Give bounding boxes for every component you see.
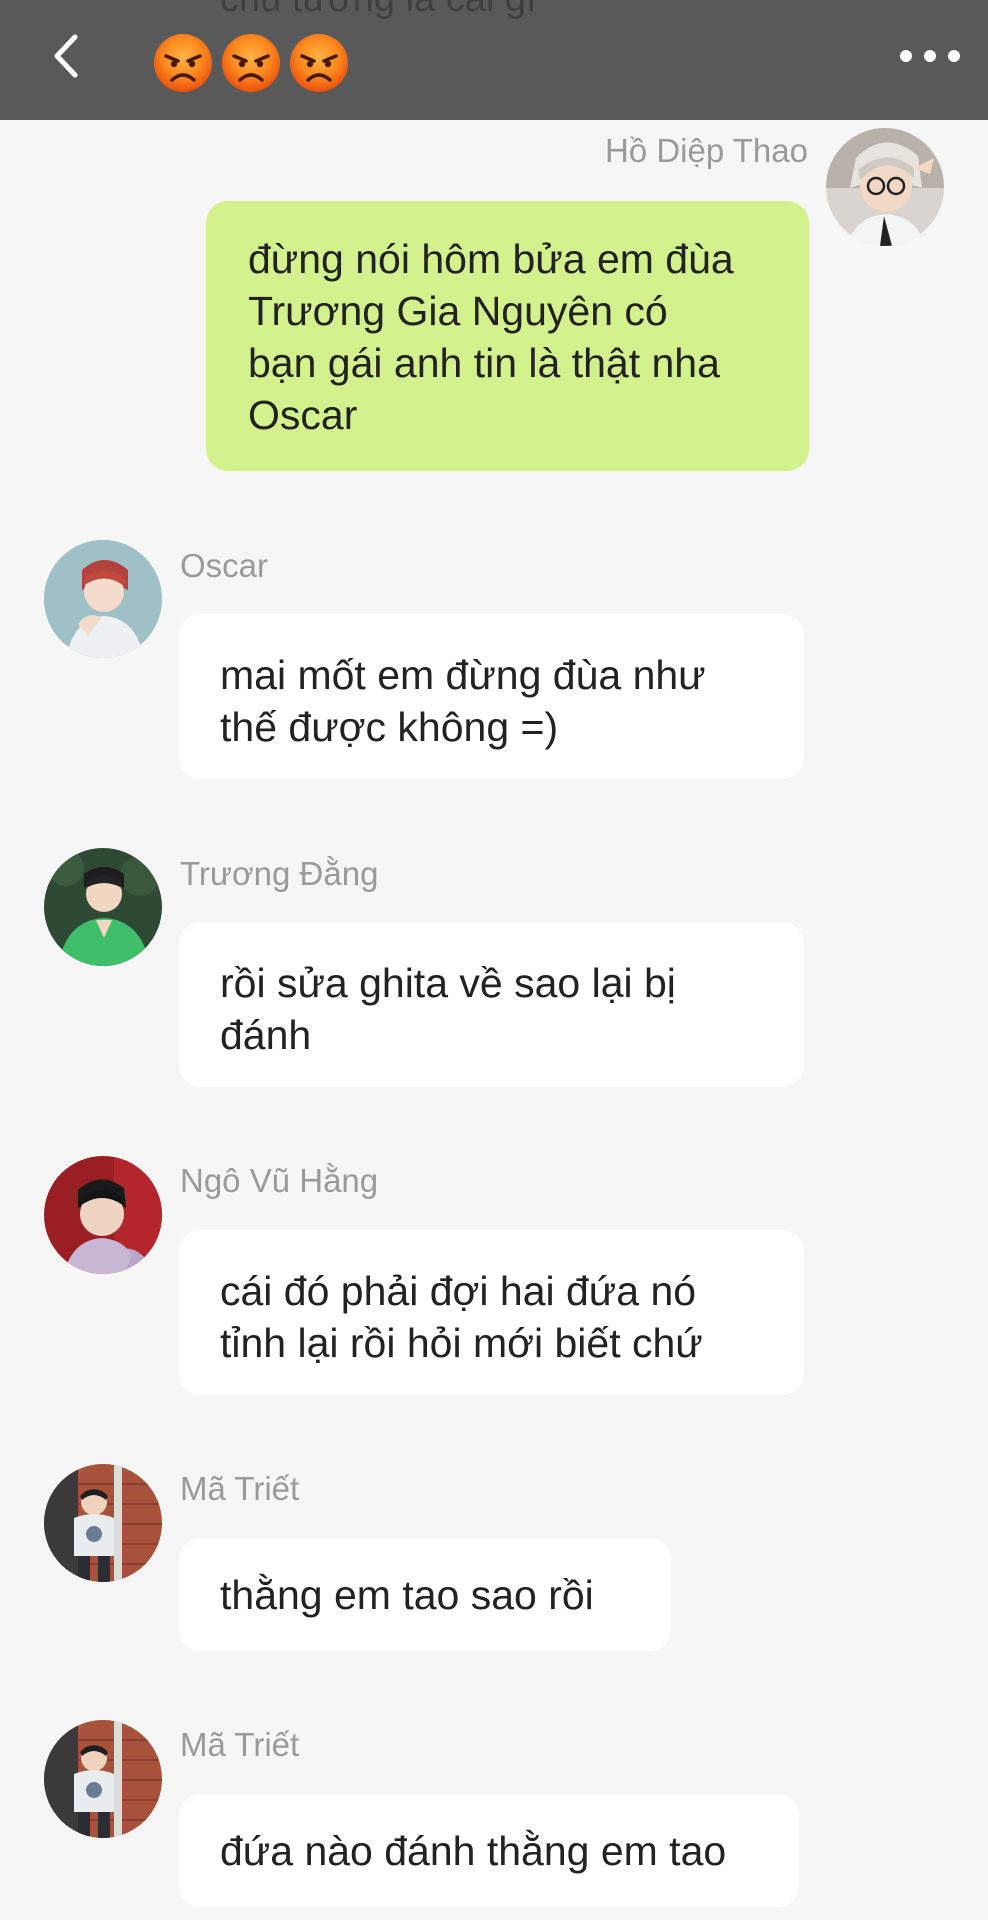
avatar[interactable] xyxy=(44,1464,162,1582)
message-bubble[interactable]: thằng em tao sao rồi xyxy=(179,1538,671,1651)
avatar[interactable] xyxy=(44,1156,162,1274)
back-button[interactable] xyxy=(36,26,96,86)
message-bubble[interactable]: đứa nào đánh thằng em tao xyxy=(179,1794,799,1907)
user-photo-icon xyxy=(44,540,162,658)
sender-name: Mã Triết xyxy=(180,1470,300,1507)
sender-name: Oscar xyxy=(180,547,269,584)
sender-name: Mã Triết xyxy=(180,1726,300,1763)
message-bubble[interactable]: cái đó phải đợi hai đứa nó tỉnh lại rồi … xyxy=(179,1230,804,1395)
user-photo-icon xyxy=(44,1464,162,1582)
user-photo-icon xyxy=(44,848,162,966)
angry-face-icon xyxy=(222,34,280,92)
sender-name: Ngô Vũ Hằng xyxy=(180,1162,379,1199)
message-bubble[interactable]: đừng nói hôm bửa em đùa Trương Gia Nguyê… xyxy=(206,201,809,471)
message-bubble[interactable]: rồi sửa ghita về sao lại bị đánh xyxy=(179,922,804,1087)
angry-face-icon xyxy=(290,34,348,92)
previous-message-peek: chủ tướng là cái gì xyxy=(220,0,537,21)
sender-name: Trương Đằng xyxy=(180,855,379,892)
chat-title xyxy=(152,32,350,94)
avatar[interactable] xyxy=(826,128,944,246)
avatar[interactable] xyxy=(44,848,162,966)
user-photo-icon xyxy=(826,128,944,246)
chat-screen: chủ tướng là cái gì xyxy=(0,0,988,1920)
chevron-left-icon xyxy=(54,34,78,78)
avatar[interactable] xyxy=(44,1720,162,1838)
user-photo-icon xyxy=(44,1156,162,1274)
chat-header: chủ tướng là cái gì xyxy=(0,0,988,120)
user-photo-icon xyxy=(44,1720,162,1838)
more-dots-icon xyxy=(900,50,912,62)
avatar[interactable] xyxy=(44,540,162,658)
angry-face-icon xyxy=(154,34,212,92)
message-bubble[interactable]: mai mốt em đừng đùa như thế được không =… xyxy=(179,614,804,779)
sender-name: Hồ Diệp Thao xyxy=(604,132,808,169)
more-options-button[interactable] xyxy=(900,36,960,76)
